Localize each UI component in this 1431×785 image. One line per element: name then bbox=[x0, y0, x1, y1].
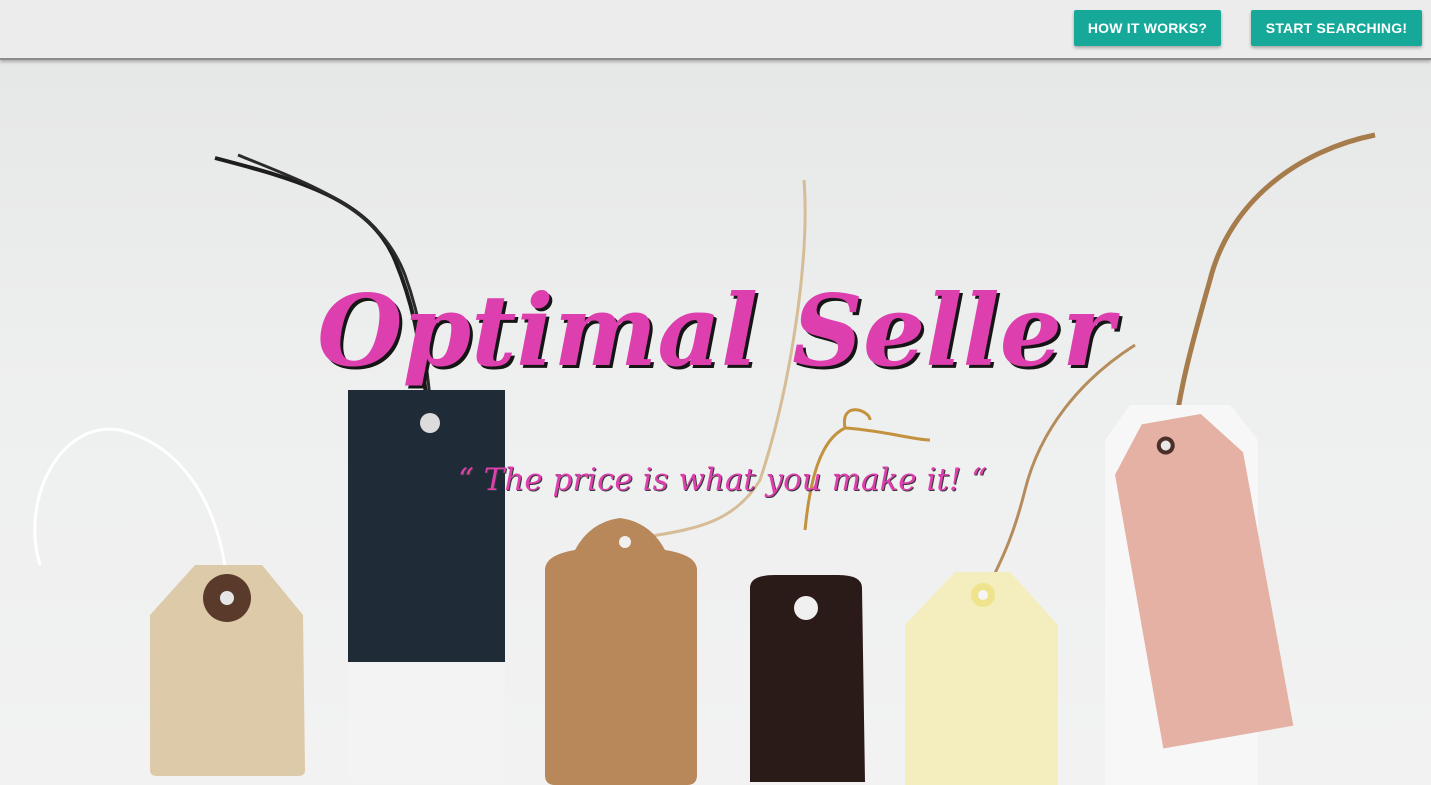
price-tags-background-image bbox=[33, 132, 1376, 785]
start-searching-button[interactable]: START SEARCHING! bbox=[1251, 10, 1422, 46]
top-navbar: HOW IT WORKS? START SEARCHING! bbox=[0, 0, 1431, 60]
how-it-works-button[interactable]: HOW IT WORKS? bbox=[1074, 10, 1221, 46]
page-title: Optimal Seller bbox=[317, 274, 1114, 389]
hero-banner: Optimal Seller “ The price is what you m… bbox=[0, 60, 1431, 785]
tagline: “ The price is what you make it! “ bbox=[457, 462, 988, 498]
